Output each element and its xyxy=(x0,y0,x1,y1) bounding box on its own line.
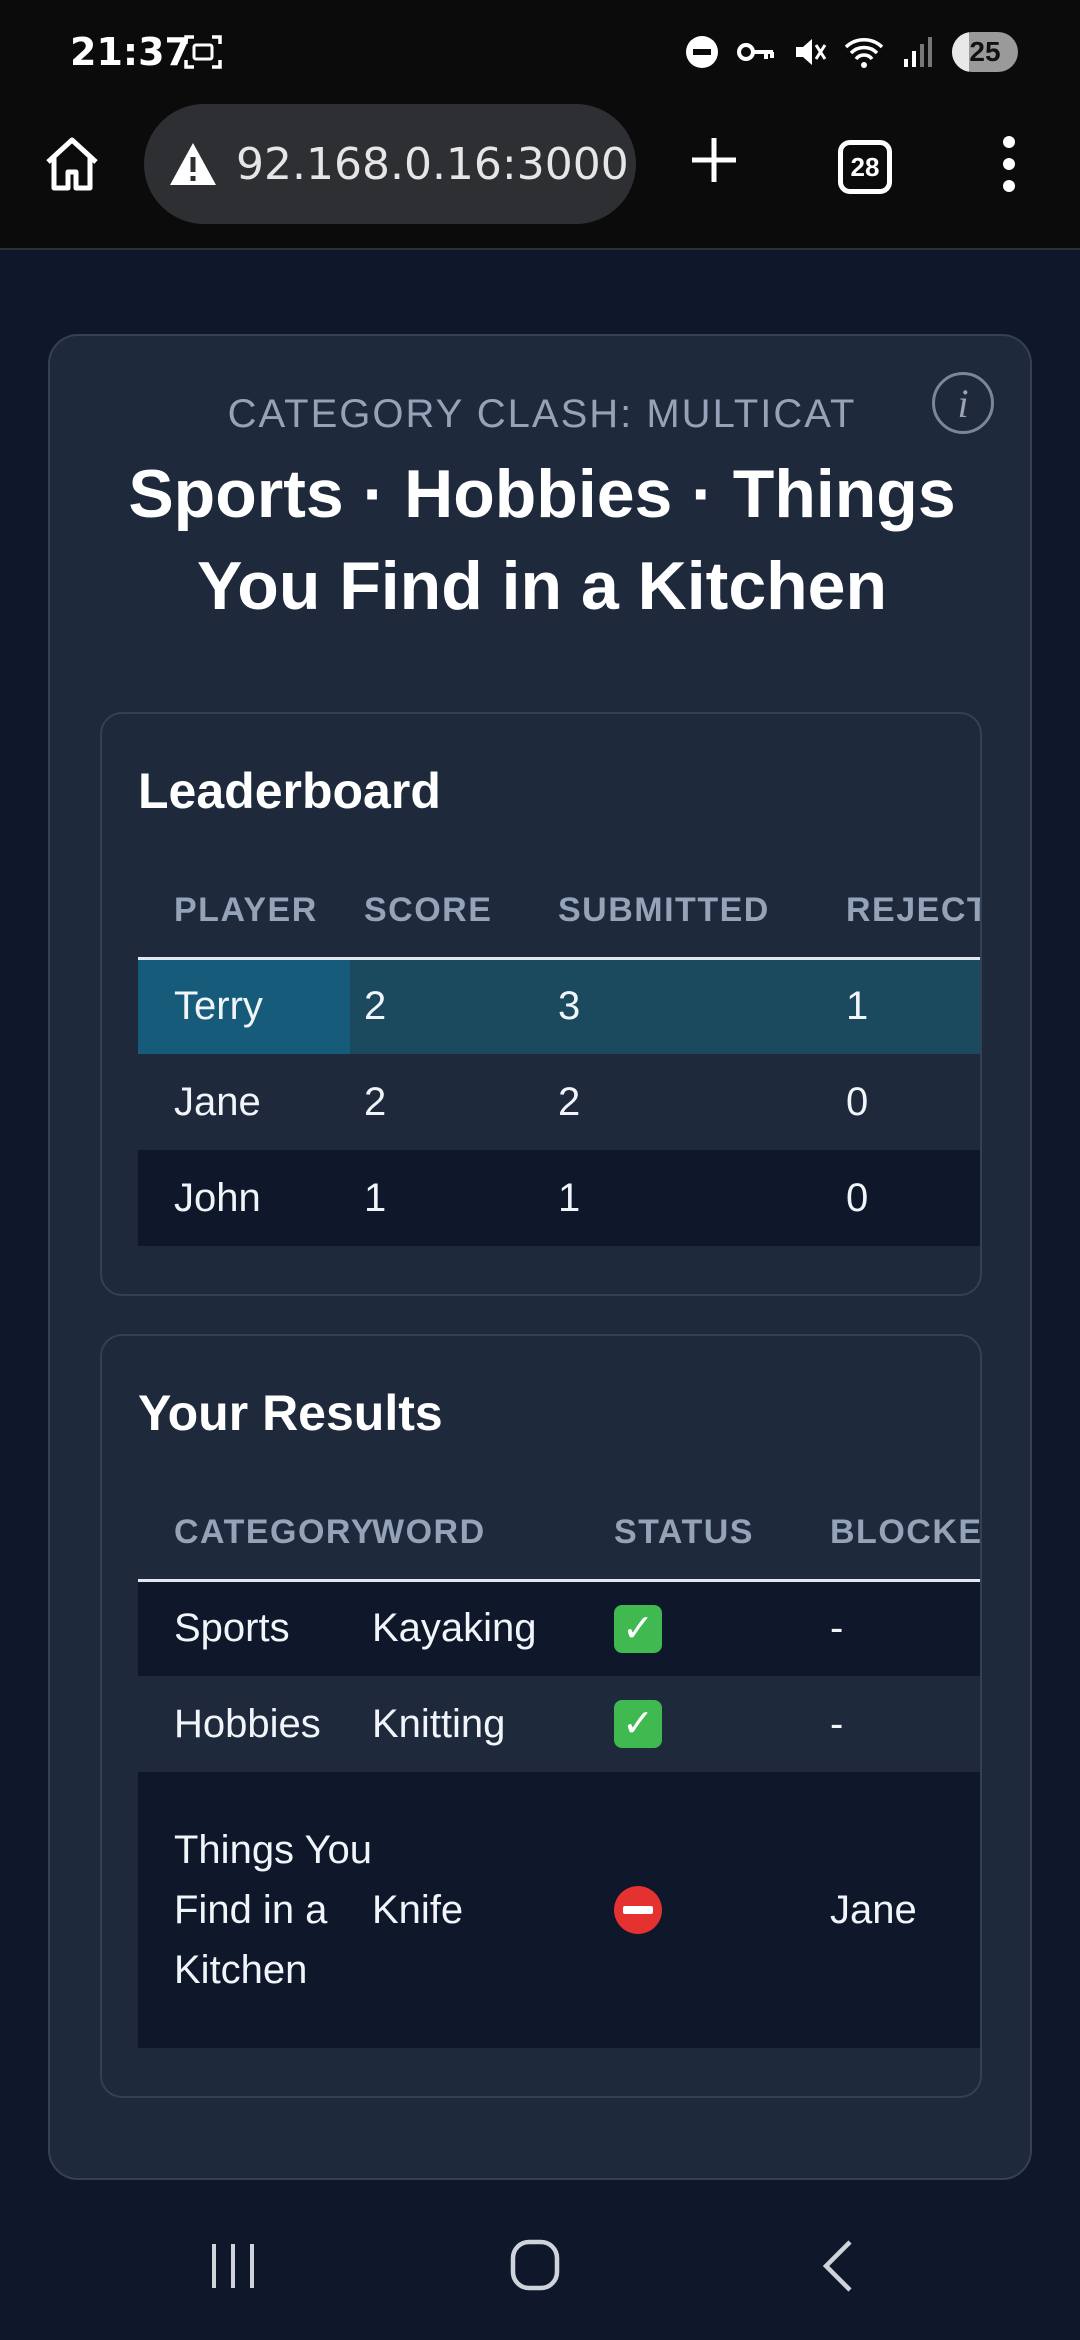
category-cell: Things You Find in a Kitchen xyxy=(138,1772,372,2048)
submitted-cell: 2 xyxy=(544,1054,832,1150)
results-panel: Your Results CATEGORY WORD STATUS BLOCKE… xyxy=(100,1334,982,2098)
status-cell xyxy=(614,1772,830,2048)
tab-count: 28 xyxy=(850,151,880,182)
game-mode-label: CATEGORY CLASH: MULTICAT xyxy=(227,392,857,436)
word-cell: Knitting xyxy=(372,1676,614,1772)
rejected-cell: 1 xyxy=(832,958,980,1054)
column-header-word: WORD xyxy=(372,1512,486,1551)
results-table: CATEGORY WORD STATUS BLOCKED BY Sports K… xyxy=(138,1486,982,2048)
blocked-by-cell: - xyxy=(830,1676,980,1772)
word-cell: Kayaking xyxy=(372,1580,614,1676)
column-header-player: PLAYER xyxy=(174,890,318,929)
player-cell: Terry xyxy=(138,958,350,1054)
submitted-cell: 3 xyxy=(544,958,832,1054)
screenshot-icon xyxy=(184,35,222,69)
score-cell: 1 xyxy=(350,1150,544,1246)
column-header-category: CATEGORY xyxy=(174,1512,375,1551)
leaderboard-table-wrapper[interactable]: PLAYER SCORE SUBMITTED REJECTED Terry 2 … xyxy=(138,864,980,1246)
tabs-icon[interactable]: 28 xyxy=(838,140,892,194)
table-row: Sports Kayaking ✓ - xyxy=(138,1580,980,1676)
check-mark-icon: ✓ xyxy=(614,1700,662,1748)
url-text: 92.168.0.16:3000 xyxy=(236,138,629,190)
status-cell: ✓ xyxy=(614,1580,830,1676)
back-icon[interactable] xyxy=(804,2236,874,2296)
status-cell: ✓ xyxy=(614,1676,830,1772)
battery-icon: 25 xyxy=(952,32,1018,72)
rejected-cell: 0 xyxy=(832,1054,980,1150)
clock: 21:37 xyxy=(70,30,191,74)
status-icons: 25 xyxy=(682,30,1018,74)
leaderboard-header-row: PLAYER SCORE SUBMITTED REJECTED xyxy=(138,864,980,958)
column-header-status: STATUS xyxy=(614,1512,754,1551)
table-row: Jane 2 2 0 xyxy=(138,1054,980,1150)
home-icon[interactable] xyxy=(42,134,102,194)
submitted-cell: 1 xyxy=(544,1150,832,1246)
table-row: Terry 2 3 1 xyxy=(138,958,980,1054)
word-cell: Knife xyxy=(372,1772,614,2048)
score-cell: 2 xyxy=(350,1054,544,1150)
mute-icon xyxy=(790,32,830,72)
game-card: i CATEGORY CLASH: MULTICAT Sports · Hobb… xyxy=(48,334,1032,2180)
more-icon[interactable] xyxy=(994,132,1024,196)
column-header-score: SCORE xyxy=(364,890,493,929)
page-title: Sports · Hobbies · Things You Find in a … xyxy=(128,456,956,624)
score-cell: 2 xyxy=(350,958,544,1054)
no-entry-icon xyxy=(614,1886,662,1935)
category-cell: Sports xyxy=(138,1580,372,1676)
battery-level: 25 xyxy=(969,36,1001,67)
column-header-rejected: REJECTED xyxy=(846,890,980,929)
home-nav-icon[interactable] xyxy=(500,2236,570,2296)
table-row: Things You Find in a Kitchen Knife Jane xyxy=(138,1772,980,2048)
player-cell: Jane xyxy=(138,1054,350,1150)
recent-apps-icon[interactable] xyxy=(198,2236,268,2296)
results-header-row: CATEGORY WORD STATUS BLOCKED BY xyxy=(138,1486,982,1580)
browser-toolbar: 92.168.0.16:3000 28 xyxy=(0,104,1080,250)
column-header-blocked-by: BLOCKED BY xyxy=(830,1512,982,1551)
table-row: Hobbies Knitting ✓ - xyxy=(138,1676,980,1772)
warning-icon[interactable] xyxy=(168,141,218,187)
blocked-by-cell: Jane xyxy=(830,1772,980,2048)
dnd-icon xyxy=(682,32,722,72)
leaderboard-panel: Leaderboard PLAYER SCORE SUBMITTED REJEC… xyxy=(100,712,982,1296)
page-content: i CATEGORY CLASH: MULTICAT Sports · Hobb… xyxy=(0,252,1080,2192)
check-mark-icon: ✓ xyxy=(614,1604,662,1653)
player-cell: John xyxy=(138,1150,350,1246)
system-nav-bar xyxy=(0,2192,1080,2340)
results-table-wrapper[interactable]: CATEGORY WORD STATUS BLOCKED BY Sports K… xyxy=(138,1486,982,2048)
wifi-icon xyxy=(844,32,884,72)
table-row: John 1 1 0 xyxy=(138,1150,980,1246)
category-cell: Hobbies xyxy=(138,1676,372,1772)
vpn-key-icon xyxy=(736,32,776,72)
plus-icon[interactable] xyxy=(686,132,742,188)
address-bar[interactable]: 92.168.0.16:3000 xyxy=(144,104,636,224)
rejected-cell: 0 xyxy=(832,1150,980,1246)
leaderboard-table: PLAYER SCORE SUBMITTED REJECTED Terry 2 … xyxy=(138,864,980,1246)
leaderboard-title: Leaderboard xyxy=(138,763,441,819)
results-title: Your Results xyxy=(138,1385,443,1441)
column-header-submitted: SUBMITTED xyxy=(558,890,770,929)
blocked-by-cell: - xyxy=(830,1580,980,1676)
status-bar: 21:37 25 xyxy=(0,0,1080,104)
signal-icon xyxy=(898,32,938,72)
